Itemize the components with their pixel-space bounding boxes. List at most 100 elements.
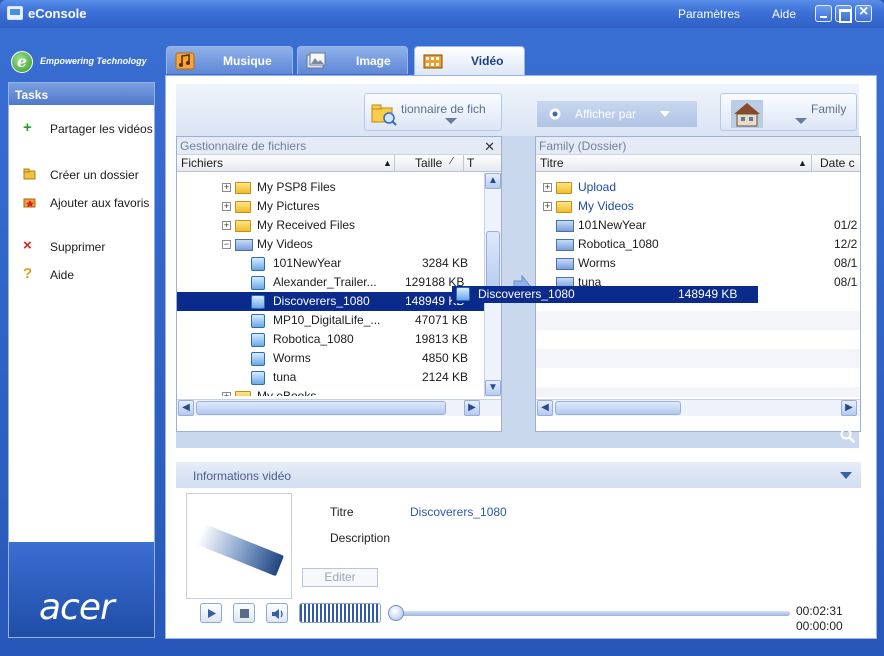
hscroll-thumb[interactable] bbox=[196, 401, 446, 415]
folder-icon bbox=[556, 182, 572, 194]
video-thumbnail bbox=[186, 493, 292, 599]
task-add-favorites-label: Ajouter aux favoris bbox=[50, 196, 150, 210]
family-file-row[interactable]: 101NewYear 01/2 bbox=[536, 216, 862, 235]
hscroll-thumb[interactable] bbox=[555, 401, 681, 415]
file-row[interactable]: Alexander_Trailer... 129188 KB bbox=[177, 273, 485, 292]
file-list-hscroll[interactable]: ◀ ▶ bbox=[177, 399, 501, 416]
tab-musique[interactable]: Musique bbox=[166, 46, 293, 74]
seek-bar[interactable] bbox=[393, 611, 790, 616]
menu-parametres[interactable]: Paramètres bbox=[678, 7, 740, 21]
video-info-header[interactable]: Informations vidéo bbox=[176, 462, 861, 488]
scroll-left-icon[interactable]: ◀ bbox=[178, 400, 194, 416]
menu-aide[interactable]: Aide bbox=[772, 7, 796, 21]
task-share-videos-label: Partager les vidéos bbox=[50, 122, 153, 136]
tree-row-psp8[interactable]: + My PSP8 Files bbox=[177, 178, 485, 197]
scroll-right-icon[interactable]: ▶ bbox=[841, 400, 857, 416]
play-icon bbox=[208, 609, 216, 618]
stop-icon bbox=[240, 609, 249, 618]
delete-icon: × bbox=[23, 237, 32, 254]
house-icon bbox=[731, 100, 763, 128]
tree-row-upload[interactable]: + Upload bbox=[536, 178, 862, 197]
file-manager-source-button[interactable]: tionnaire de fich bbox=[364, 93, 502, 131]
col-taille[interactable]: Taille bbox=[415, 156, 442, 170]
chevron-down-icon bbox=[445, 118, 457, 124]
family-column-headers: Titre ▲ Date c bbox=[536, 155, 860, 172]
file-row[interactable]: Worms 4850 KB bbox=[177, 349, 485, 368]
new-folder-icon bbox=[23, 168, 36, 180]
file-row[interactable]: 101NewYear 3284 KB bbox=[177, 254, 485, 273]
video-file-icon bbox=[251, 314, 265, 328]
col-resize-icon: ⁄ bbox=[451, 156, 453, 167]
file-list-vscroll[interactable]: ▲ ▼ bbox=[484, 173, 501, 397]
tab-image[interactable]: Image bbox=[297, 46, 408, 74]
tree-row-my-videos-link[interactable]: + My Videos bbox=[536, 197, 862, 216]
task-create-folder-label: Créer un dossier bbox=[50, 168, 139, 182]
app-icon bbox=[7, 6, 23, 20]
tree-row-my-videos[interactable]: − My Videos bbox=[177, 235, 485, 254]
play-button[interactable] bbox=[200, 603, 222, 623]
family-folder-button[interactable]: Family bbox=[720, 93, 857, 131]
folder-search-icon bbox=[371, 104, 397, 126]
tree-row-received[interactable]: + My Received Files bbox=[177, 216, 485, 235]
volume-slider[interactable] bbox=[299, 603, 381, 623]
tab-image-label: Image bbox=[356, 54, 391, 68]
task-share-videos[interactable]: + Partager les vidéos bbox=[9, 120, 156, 155]
file-column-headers: Fichiers ▲ Taille ⁄ T bbox=[177, 155, 501, 172]
task-create-folder[interactable]: Créer un dossier bbox=[9, 167, 156, 185]
edit-button[interactable]: Editer bbox=[302, 568, 378, 587]
tasks-sidebar: Tasks + Partager les vidéos Créer un dos… bbox=[8, 82, 155, 638]
scroll-up-icon[interactable]: ▲ bbox=[485, 173, 501, 189]
view-radio-icon bbox=[549, 108, 561, 120]
view-by-label[interactable]: Afficher par bbox=[575, 107, 636, 121]
favorites-icon bbox=[23, 198, 36, 208]
collapse-chevron-icon[interactable] bbox=[840, 472, 852, 479]
film-file-icon bbox=[556, 220, 574, 232]
family-file-row[interactable]: Robotica_1080 12/2 bbox=[536, 235, 862, 254]
col-date[interactable]: Date c bbox=[820, 156, 855, 170]
family-folder-title: Family (Dossier) bbox=[536, 137, 860, 155]
video-file-icon bbox=[456, 287, 470, 301]
task-delete[interactable]: × Supprimer bbox=[9, 237, 156, 257]
file-manager-source-label: tionnaire de fich bbox=[401, 102, 486, 116]
task-delete-label: Supprimer bbox=[50, 240, 106, 254]
file-row-selected[interactable]: Discoverers_1080 148949 KB bbox=[177, 292, 485, 311]
stop-button[interactable] bbox=[233, 603, 255, 623]
folder-icon bbox=[235, 391, 251, 396]
brand-tagline: Empowering Technology bbox=[40, 56, 147, 66]
search-icon[interactable] bbox=[840, 428, 856, 444]
tree-row-ebooks[interactable]: + My eBooks bbox=[177, 387, 485, 396]
scroll-right-icon[interactable]: ▶ bbox=[464, 400, 480, 416]
close-button[interactable] bbox=[855, 3, 872, 22]
family-hscroll[interactable]: ◀ ▶ bbox=[536, 399, 860, 416]
file-row[interactable]: MP10_DigitalLife_... 47071 KB bbox=[177, 311, 485, 330]
tab-video[interactable]: Vidéo bbox=[414, 46, 525, 76]
film-strip-icon bbox=[196, 523, 284, 577]
videos-folder-icon bbox=[235, 239, 253, 251]
scroll-left-icon[interactable]: ◀ bbox=[537, 400, 553, 416]
folder-icon bbox=[235, 182, 251, 194]
file-row[interactable]: Robotica_1080 19813 KB bbox=[177, 330, 485, 349]
seek-handle[interactable] bbox=[388, 605, 404, 621]
task-add-favorites[interactable]: Ajouter aux favoris bbox=[9, 195, 156, 229]
file-row[interactable]: tuna 2124 KB bbox=[177, 368, 485, 387]
close-pane-icon[interactable]: ✕ bbox=[484, 139, 495, 155]
tree-row-pictures[interactable]: + My Pictures bbox=[177, 197, 485, 216]
mute-button[interactable] bbox=[266, 603, 288, 623]
film-reel-icon bbox=[423, 54, 443, 69]
meta-title-value: Discoverers_1080 bbox=[410, 505, 507, 519]
video-file-icon bbox=[251, 333, 265, 347]
video-file-icon bbox=[251, 276, 265, 290]
family-folder-pane: Family (Dossier) Titre ▲ Date c + Upload… bbox=[535, 136, 861, 432]
maximize-button[interactable] bbox=[835, 5, 852, 23]
video-file-icon bbox=[251, 257, 265, 271]
task-help[interactable]: ? Aide bbox=[9, 266, 156, 285]
view-by-chevron-icon[interactable] bbox=[660, 111, 670, 117]
window-title: eConsole bbox=[28, 6, 87, 21]
col-titre[interactable]: Titre bbox=[540, 156, 564, 170]
minimize-button[interactable] bbox=[815, 5, 832, 22]
scroll-down-icon[interactable]: ▼ bbox=[485, 380, 501, 396]
col-fichiers[interactable]: Fichiers bbox=[181, 156, 223, 170]
family-file-row[interactable]: Worms 08/1 bbox=[536, 254, 862, 273]
col-type[interactable]: T bbox=[467, 156, 474, 170]
meta-description-label: Description bbox=[330, 531, 391, 545]
